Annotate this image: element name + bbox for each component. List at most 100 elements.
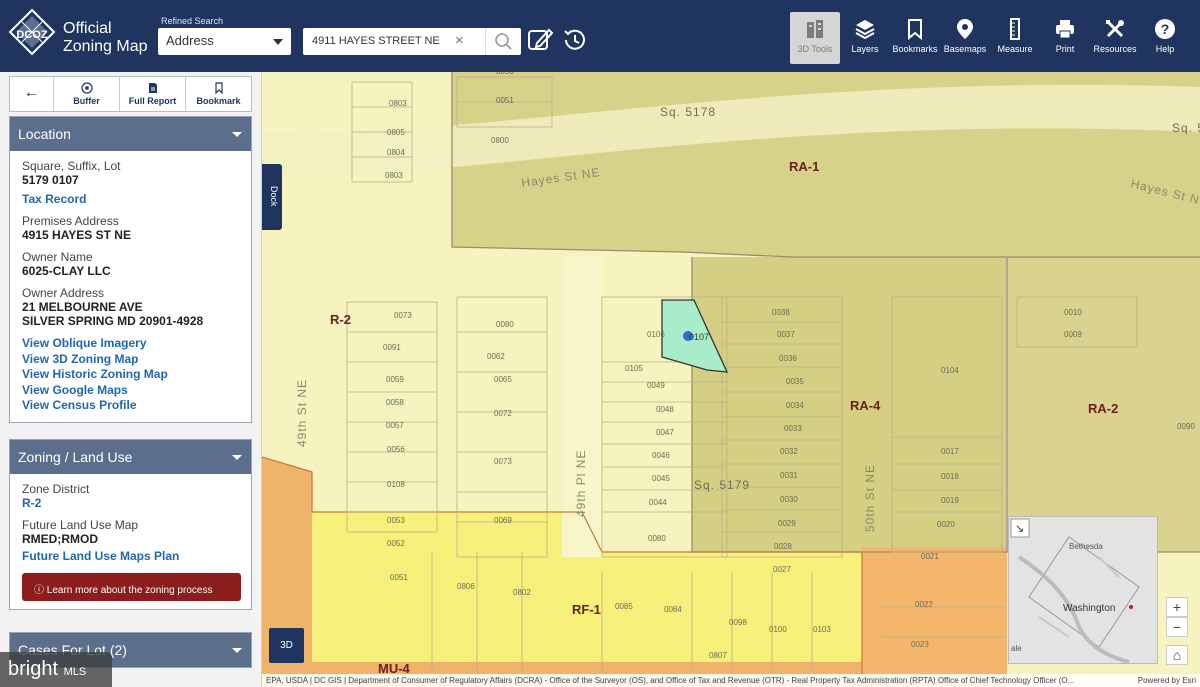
square-label-5179: Sq. 5179 bbox=[694, 478, 750, 492]
lot-label: 0020 bbox=[937, 520, 955, 529]
zone-label-ra2: RA-2 bbox=[1088, 401, 1118, 416]
lot-label: 0804 bbox=[387, 148, 405, 157]
future-land-use-label: Future Land Use Map bbox=[22, 518, 139, 532]
lot-label: 0036 bbox=[779, 354, 797, 363]
location-card-header[interactable]: Location bbox=[10, 117, 251, 151]
3d-view-button[interactable]: 3D bbox=[269, 628, 304, 663]
ssl-label: Square, Suffix, Lot bbox=[22, 159, 121, 173]
buffer-button[interactable]: Buffer bbox=[54, 77, 120, 111]
edit-icon[interactable] bbox=[525, 25, 555, 55]
zone-label-ra1: RA-1 bbox=[789, 159, 819, 174]
lot-label: 0098 bbox=[729, 618, 747, 627]
buffer-icon bbox=[80, 82, 93, 94]
lot-label: 0800 bbox=[491, 136, 509, 145]
tool-bookmarks[interactable]: Bookmarks bbox=[890, 12, 940, 64]
expand-arrow-icon: ↘ bbox=[1015, 523, 1024, 535]
premises-label: Premises Address bbox=[22, 214, 119, 228]
ssl-value: 5179 0107 bbox=[22, 173, 79, 187]
tool-basemaps[interactable]: Basemaps bbox=[940, 12, 990, 64]
historic-zoning-map-link[interactable]: View Historic Zoning Map bbox=[22, 367, 239, 383]
lot-label: 0085 bbox=[615, 602, 633, 611]
help-icon: ? bbox=[1155, 19, 1175, 39]
history-icon[interactable] bbox=[559, 25, 589, 55]
tool-resources[interactable]: Resources bbox=[1090, 12, 1140, 64]
tool-layers[interactable]: Layers bbox=[840, 12, 890, 64]
back-button[interactable]: ← bbox=[10, 77, 54, 111]
lot-label: 0052 bbox=[387, 539, 405, 548]
owner-value: 6025-CLAY LLC bbox=[22, 264, 111, 278]
zoning-card-header[interactable]: Zoning / Land Use bbox=[10, 440, 251, 474]
zone-district-link[interactable]: R-2 bbox=[22, 496, 239, 510]
tool-measure[interactable]: Measure bbox=[990, 12, 1040, 64]
google-maps-link[interactable]: View Google Maps bbox=[22, 383, 239, 399]
lot-label: 0046 bbox=[652, 451, 670, 460]
powered-by-esri[interactable]: Powered by Esri bbox=[1138, 676, 1196, 685]
oblique-imagery-link[interactable]: View Oblique Imagery bbox=[22, 336, 239, 352]
lot-label: 0049 bbox=[647, 381, 665, 390]
square-label-5178: Sq. 5178 bbox=[660, 105, 716, 119]
lot-label: 0022 bbox=[915, 600, 933, 609]
svg-text:?: ? bbox=[1161, 21, 1170, 37]
lot-label: 0100 bbox=[769, 625, 787, 634]
zoning-card-body: Zone District R-2 Future Land Use Map RM… bbox=[10, 474, 251, 609]
lot-label: 0038 bbox=[772, 308, 790, 317]
tool-print[interactable]: Print bbox=[1040, 12, 1090, 64]
tool-3d-tools[interactable]: 3D Tools bbox=[790, 12, 840, 64]
lot-label: 0084 bbox=[664, 605, 682, 614]
lot-label: 0806 bbox=[457, 582, 475, 591]
zone-fill-mu4-east bbox=[862, 547, 1007, 687]
search-icon bbox=[495, 33, 512, 50]
lot-label: 0045 bbox=[652, 474, 670, 483]
tax-record-link[interactable]: Tax Record bbox=[22, 192, 239, 206]
search-button[interactable] bbox=[485, 28, 521, 55]
learn-zoning-process-button[interactable]: ⓘ Learn more about the zoning process bbox=[22, 573, 241, 601]
home-button[interactable]: ⌂ bbox=[1166, 645, 1188, 665]
zone-district-label: Zone District bbox=[22, 482, 90, 496]
search-type-select[interactable]: Address bbox=[158, 28, 291, 55]
minimap-canvas: ↘ Bethesda Washington ale bbox=[1009, 517, 1157, 663]
dock-button[interactable]: Dock bbox=[262, 164, 282, 230]
lot-label: 0032 bbox=[780, 447, 798, 456]
map-pin-icon bbox=[957, 19, 973, 39]
buildings-icon bbox=[807, 20, 823, 38]
map-attribution: EPA, USDA | DC GIS | Department of Consu… bbox=[262, 674, 1200, 687]
lot-label: 0091 bbox=[383, 343, 401, 352]
bookmark-button[interactable]: Bookmark bbox=[186, 77, 251, 111]
lot-label: 0051 bbox=[496, 96, 514, 105]
lot-label: 0108 bbox=[387, 480, 405, 489]
chevron-down-icon bbox=[273, 39, 283, 45]
overview-minimap[interactable]: ↘ Bethesda Washington ale bbox=[1008, 516, 1158, 664]
lot-label: 0805 bbox=[387, 128, 405, 137]
lot-label: 0807 bbox=[709, 651, 727, 660]
lot-label: 0803 bbox=[385, 171, 403, 180]
full-report-button[interactable]: Full Report bbox=[120, 77, 186, 111]
lot-label: 0104 bbox=[941, 366, 959, 375]
owner-address-line1: 21 MELBOURNE AVE bbox=[22, 300, 143, 314]
minimap-label-bethesda: Bethesda bbox=[1069, 542, 1103, 551]
dcoz-logo-icon[interactable]: DCOZ bbox=[8, 8, 56, 64]
zoom-out-button[interactable]: − bbox=[1166, 617, 1188, 637]
lot-label: 0072 bbox=[494, 409, 512, 418]
chevron-down-icon bbox=[232, 455, 242, 460]
clear-icon[interactable]: × bbox=[455, 32, 464, 49]
future-land-use-plan-link[interactable]: Future Land Use Maps Plan bbox=[22, 549, 239, 563]
lot-label: 0059 bbox=[386, 375, 404, 384]
census-profile-link[interactable]: View Census Profile bbox=[22, 398, 239, 414]
lot-label: 0053 bbox=[387, 516, 405, 525]
tool-help[interactable]: ? Help bbox=[1140, 12, 1190, 64]
lot-label: 0009 bbox=[1064, 330, 1082, 339]
layers-icon bbox=[855, 20, 875, 40]
3d-zoning-map-link[interactable]: View 3D Zoning Map bbox=[22, 352, 239, 368]
future-land-use-value: RMED;RMOD bbox=[22, 532, 98, 546]
lot-label: 0103 bbox=[813, 625, 831, 634]
zone-label-r2: R-2 bbox=[330, 312, 351, 327]
lot-label: 0073 bbox=[494, 457, 512, 466]
minimap-label-partial: ale bbox=[1011, 644, 1022, 653]
ruler-icon bbox=[1010, 18, 1020, 40]
zone-label-ra4: RA-4 bbox=[850, 398, 881, 413]
lot-label: 0047 bbox=[656, 428, 674, 437]
lot-label: 0035 bbox=[786, 377, 804, 386]
address-search-input[interactable]: 4911 HAYES STREET NE × bbox=[303, 28, 521, 55]
zoom-in-button[interactable]: + bbox=[1166, 597, 1188, 617]
zoom-controls: + − ⌂ bbox=[1166, 597, 1190, 665]
